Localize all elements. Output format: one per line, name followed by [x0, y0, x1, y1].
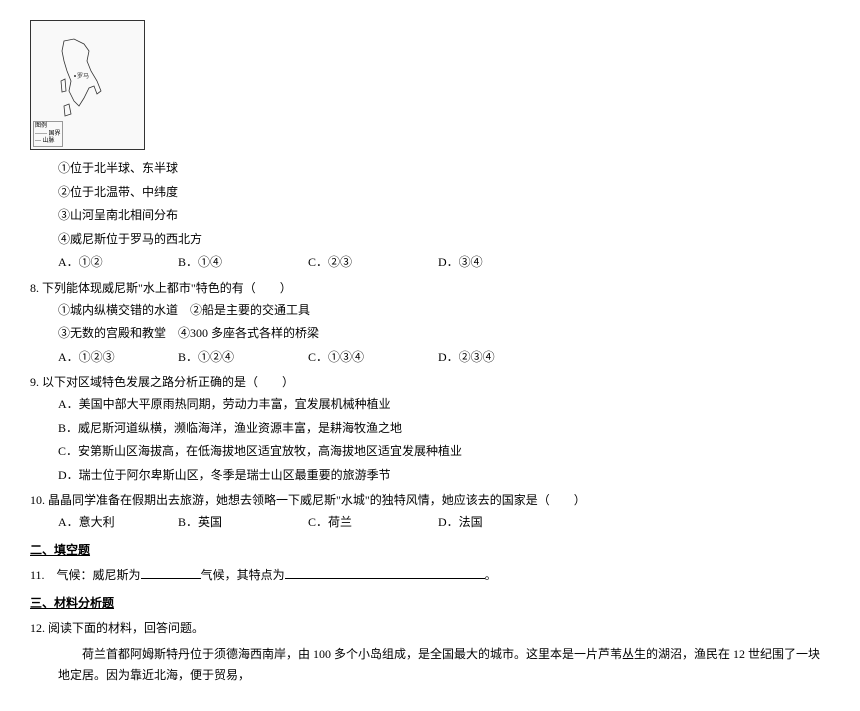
fill-blank-1[interactable] — [141, 565, 201, 579]
choice-d: D．瑞士位于阿尔卑斯山区，冬季是瑞士山区最重要的旅游季节 — [30, 465, 830, 487]
legend-item: — 山脉 — [35, 138, 61, 145]
choice-a: A．①② — [58, 252, 178, 274]
choice-b: B．①④ — [178, 252, 308, 274]
option-1: ①位于北半球、东半球 — [30, 158, 830, 180]
choice-d: D．③④ — [438, 252, 558, 274]
choice-c: C．荷兰 — [308, 512, 438, 534]
choice-d: D．②③④ — [438, 347, 558, 369]
section-3-header: 三、材料分析题 — [30, 593, 830, 615]
answer-choices: A．意大利 B．英国 C．荷兰 D．法国 — [30, 512, 830, 534]
choice-c: C．①③④ — [308, 347, 438, 369]
question-intro-options: ①位于北半球、东半球 ②位于北温带、中纬度 ③山河呈南北相间分布 ④威尼斯位于罗… — [30, 158, 830, 274]
choice-a: A．①②③ — [58, 347, 178, 369]
choice-a: A．美国中部大平原雨热同期，劳动力丰富，宜发展机械种植业 — [30, 394, 830, 416]
choice-c: C．②③ — [308, 252, 438, 274]
section-2-header: 二、填空题 — [30, 540, 830, 562]
q11-text-end: 。 — [485, 568, 497, 582]
question-stem: 8. 下列能体现威尼斯"水上都市"特色的有（ ） — [30, 278, 830, 300]
option-2: ②位于北温带、中纬度 — [30, 182, 830, 204]
answer-choices: A．①②③ B．①②④ C．①③④ D．②③④ — [30, 347, 830, 369]
question-stem: 12. 阅读下面的材料，回答问题。 — [30, 618, 830, 640]
svg-text:罗马: 罗马 — [77, 72, 89, 80]
option-line-1: ①城内纵横交错的水道 ②船是主要的交通工具 — [30, 300, 830, 322]
choice-b: B．①②④ — [178, 347, 308, 369]
choice-b: B．威尼斯河道纵横，濒临海洋，渔业资源丰富，是耕海牧渔之地 — [30, 418, 830, 440]
italy-outline: 罗马 — [59, 36, 109, 126]
question-11: 11. 气候：威尼斯为 气候，其特点为 。 — [30, 565, 830, 587]
legend-item: —— 国界 — [35, 131, 61, 138]
question-8: 8. 下列能体现威尼斯"水上都市"特色的有（ ） ①城内纵横交错的水道 ②船是主… — [30, 278, 830, 368]
q11-text-mid: 气候，其特点为 — [201, 568, 285, 582]
option-3: ③山河呈南北相间分布 — [30, 205, 830, 227]
question-9: 9. 以下对区域特色发展之路分析正确的是（ ） A．美国中部大平原雨热同期，劳动… — [30, 372, 830, 486]
choice-c: C．安第斯山区海拔高，在低海拔地区适宜放牧，高海拔地区适宜发展种植业 — [30, 441, 830, 463]
legend-title: 图例 — [35, 123, 61, 130]
question-stem: 9. 以下对区域特色发展之路分析正确的是（ ） — [30, 372, 830, 394]
material-paragraph: 荷兰首都阿姆斯特丹位于须德海西南岸，由 100 多个小岛组成，是全国最大的城市。… — [30, 644, 830, 687]
question-stem: 10. 晶晶同学准备在假期出去旅游，她想去领略一下威尼斯"水城"的独特风情，她应… — [30, 490, 830, 512]
fill-blank-2[interactable] — [285, 565, 485, 579]
option-line-2: ③无数的宫殿和教堂 ④300 多座各式各样的桥梁 — [30, 323, 830, 345]
choice-a: A．意大利 — [58, 512, 178, 534]
question-10: 10. 晶晶同学准备在假期出去旅游，她想去领略一下威尼斯"水城"的独特风情，她应… — [30, 490, 830, 533]
choice-b: B．英国 — [178, 512, 308, 534]
answer-choices: A．①② B．①④ C．②③ D．③④ — [30, 252, 830, 274]
choice-d: D．法国 — [438, 512, 558, 534]
italy-map-figure: 罗马 图例 —— 国界 — 山脉 — [30, 20, 145, 150]
q11-text-pre: 11. 气候：威尼斯为 — [30, 568, 141, 582]
map-legend: 图例 —— 国界 — 山脉 — [33, 121, 63, 147]
question-12: 12. 阅读下面的材料，回答问题。 荷兰首都阿姆斯特丹位于须德海西南岸，由 10… — [30, 618, 830, 687]
option-4: ④威尼斯位于罗马的西北方 — [30, 229, 830, 251]
